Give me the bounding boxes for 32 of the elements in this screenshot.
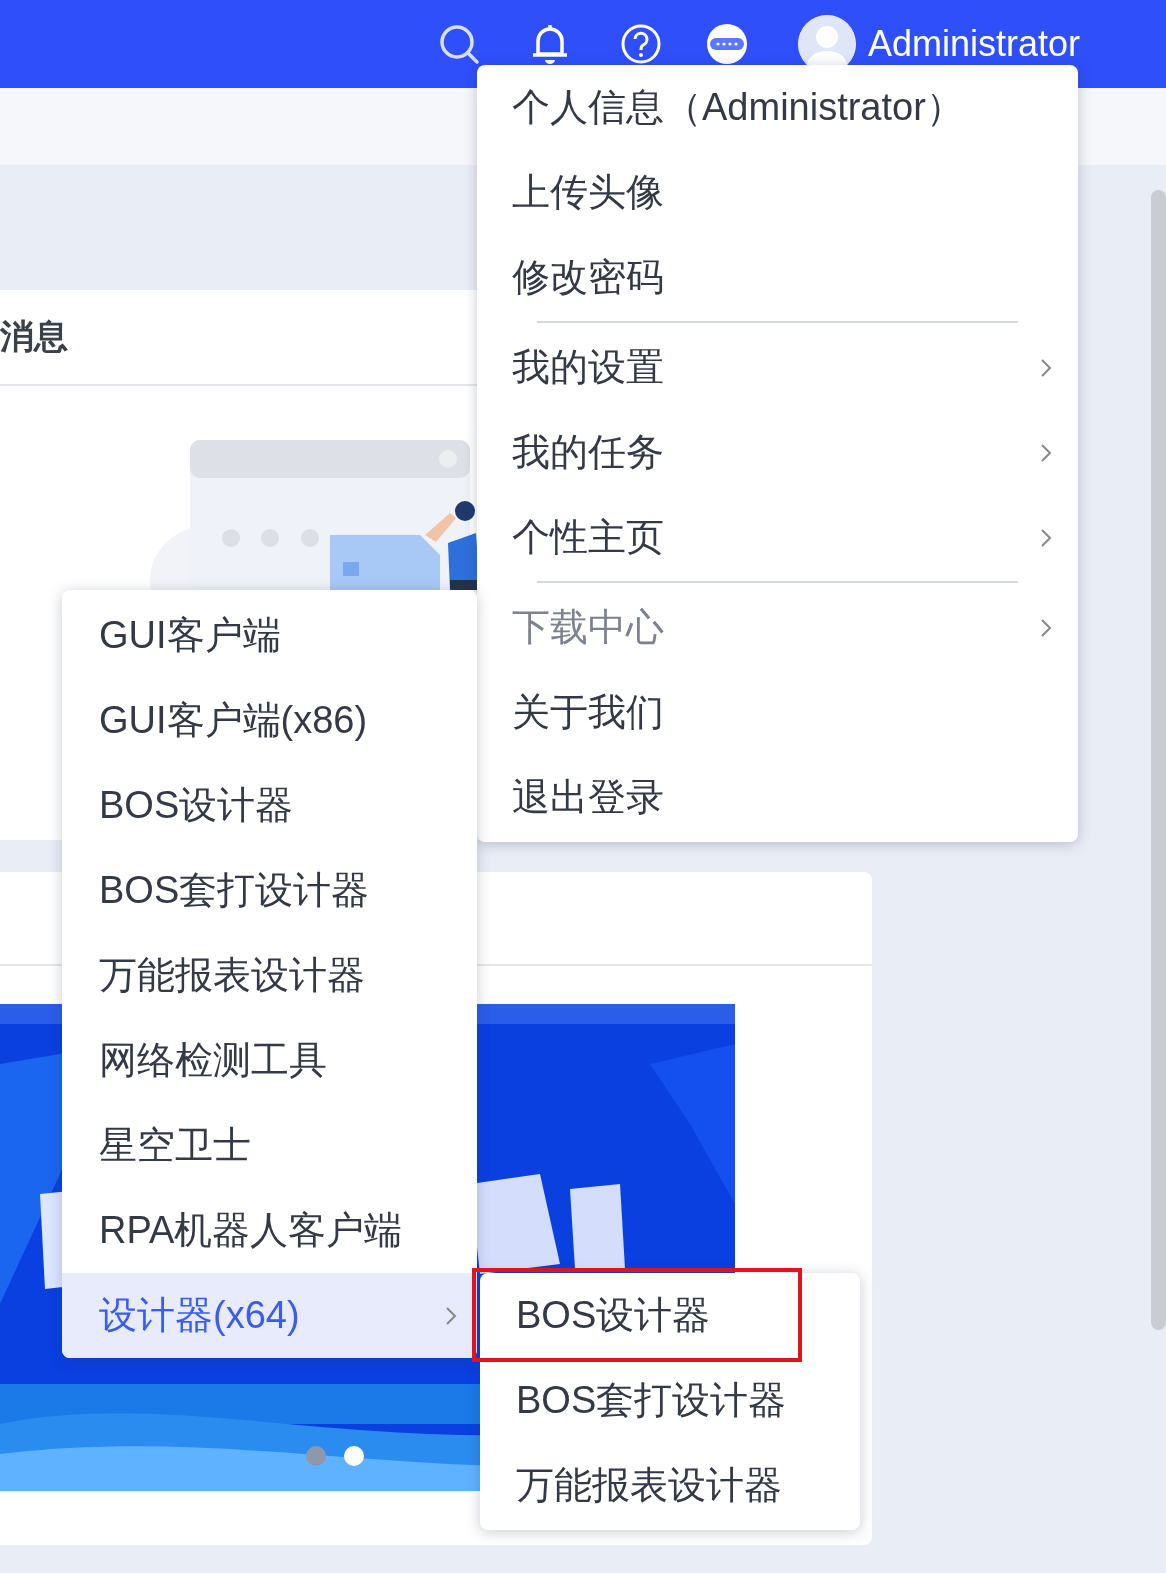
search-icon[interactable] (437, 23, 480, 65)
chevron-right-icon (1040, 357, 1052, 378)
chevron-right-icon (1040, 617, 1052, 638)
menu-item[interactable]: 万能报表设计器 (62, 933, 477, 1018)
menu-item[interactable]: BOS设计器 (62, 763, 477, 848)
menu-item[interactable]: BOS设计器 (480, 1273, 860, 1358)
menu-item[interactable]: 关于我们 (477, 670, 1078, 755)
menu-item[interactable]: 退出登录 (477, 755, 1078, 840)
user-name[interactable]: Administrator (867, 23, 1080, 65)
scrollbar[interactable] (1151, 190, 1166, 1330)
card-title: 消息 (0, 316, 68, 357)
menu-item[interactable]: 个人信息（Administrator） (477, 65, 1078, 150)
menu-item[interactable]: GUI客户端(x86) (62, 678, 477, 763)
menu-item[interactable]: 网络检测工具 (62, 1018, 477, 1103)
menu-item[interactable]: 我的任务 (477, 410, 1078, 495)
menu-item[interactable]: 星空卫士 (62, 1103, 477, 1188)
menu-item[interactable]: 上传头像 (477, 150, 1078, 235)
menu-item[interactable]: GUI客户端 (62, 593, 477, 678)
menu-item[interactable]: 我的设置 (477, 325, 1078, 410)
menu-item[interactable]: BOS套打设计器 (62, 848, 477, 933)
help-icon[interactable] (619, 23, 662, 65)
chevron-right-icon (1040, 442, 1052, 463)
chevron-right-icon (445, 1305, 457, 1326)
menu-item[interactable]: 万能报表设计器 (480, 1443, 860, 1528)
menu-item[interactable]: 设计器(x64) (62, 1273, 477, 1358)
chat-icon[interactable] (705, 23, 748, 65)
menu-item[interactable]: RPA机器人客户端 (62, 1188, 477, 1273)
menu-item[interactable]: 个性主页 (477, 495, 1078, 580)
menu-item[interactable]: 修改密码 (477, 235, 1078, 320)
menu-item[interactable]: 下载中心 (477, 585, 1078, 670)
chevron-right-icon (1040, 527, 1052, 548)
menu-item[interactable]: BOS套打设计器 (480, 1358, 860, 1443)
